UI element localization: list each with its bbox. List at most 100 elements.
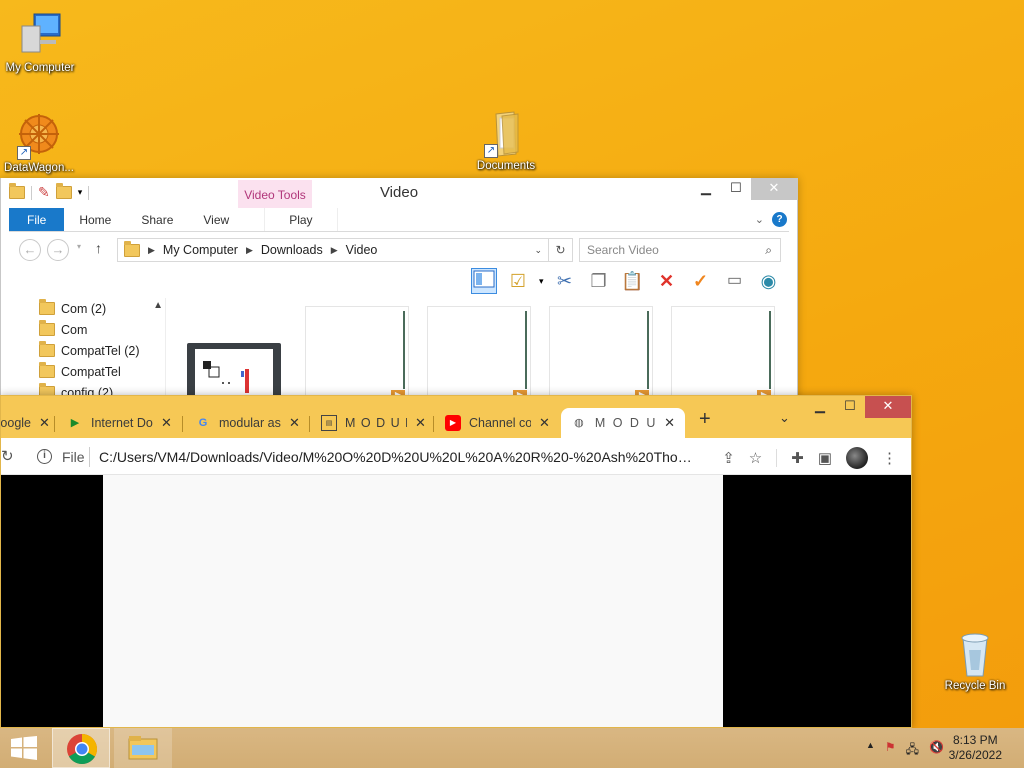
paste-icon[interactable]: 📋: [620, 268, 646, 294]
url-field[interactable]: C:/Users/VM4/Downloads/Video/M%20O%20D%2…: [99, 449, 695, 465]
maximize-button[interactable]: ☐: [721, 178, 751, 200]
taskbar-explorer-button[interactable]: [114, 728, 172, 768]
scheme-label[interactable]: File: [62, 449, 85, 465]
path-separator-icon: ▶: [330, 244, 338, 255]
tab-divider: [54, 416, 55, 432]
window-title: Video: [379, 184, 419, 201]
file-thumbnail[interactable]: ▶: [549, 306, 653, 402]
tree-item[interactable]: CompatTel (2): [9, 340, 165, 361]
recent-locations-icon[interactable]: ▾: [77, 242, 81, 251]
address-dropdown-icon[interactable]: ⌄: [534, 245, 542, 256]
breadcrumb-my-computer[interactable]: My Computer: [163, 243, 238, 257]
help-icon[interactable]: ?: [772, 212, 787, 227]
breadcrumb-video[interactable]: Video: [346, 243, 378, 257]
profile-avatar[interactable]: [846, 447, 868, 469]
reload-icon[interactable]: ↻: [1, 447, 14, 465]
browser-tab[interactable]: G modular ash ✕: [185, 408, 310, 438]
explorer-titlebar[interactable]: ✎ ▾ Video Tools Video ▁ ☐ ✕: [1, 178, 797, 208]
select-folder-icon[interactable]: ☑: [505, 268, 531, 294]
minimize-button[interactable]: ▁: [691, 178, 721, 200]
dropdown-icon[interactable]: ▾: [539, 276, 544, 287]
action-center-flag-icon[interactable]: ⚑: [885, 740, 896, 761]
browser-tab[interactable]: ▶ Channel content ✕: [435, 408, 560, 438]
tree-item[interactable]: Com: [9, 319, 165, 340]
desktop-icon-datawagon[interactable]: ↗ DataWagon...: [0, 112, 79, 174]
folder-icon: [39, 320, 55, 336]
tab-close-icon[interactable]: ✕: [289, 415, 300, 431]
up-button[interactable]: ↑: [95, 240, 102, 256]
clock[interactable]: 8:13 PM 3/26/2022: [949, 733, 1002, 763]
file-thumbnail[interactable]: ▶: [671, 306, 775, 402]
network-globe-icon[interactable]: ◉: [756, 268, 782, 294]
tab-title: Google: [0, 416, 31, 430]
network-icon[interactable]: 🖧: [906, 740, 919, 761]
info-icon[interactable]: i: [37, 449, 52, 464]
expand-ribbon-icon[interactable]: ⌄: [755, 213, 764, 226]
tab-home[interactable]: Home: [64, 208, 126, 231]
clock-date: 3/26/2022: [948, 748, 1002, 762]
tab-divider: [182, 416, 183, 432]
clock-time: 8:13 PM: [952, 733, 998, 747]
close-button[interactable]: ✕: [865, 396, 911, 418]
cut-icon[interactable]: ✂: [552, 268, 578, 294]
page-icon: ▤: [321, 415, 337, 431]
datawagon-icon: ↗: [15, 112, 63, 160]
toolbar-divider: [776, 449, 778, 467]
rename-check-icon[interactable]: ✓: [688, 268, 714, 294]
bookmark-star-icon[interactable]: ☆: [749, 449, 762, 467]
desktop-icon-recycle-bin[interactable]: Recycle Bin: [935, 630, 1015, 692]
tab-close-icon[interactable]: ✕: [664, 415, 675, 431]
explorer-window: ✎ ▾ Video Tools Video ▁ ☐ ✕ File Home Sh…: [0, 178, 798, 403]
copy-icon[interactable]: ❐: [586, 268, 612, 294]
preview-pane-icon[interactable]: [471, 268, 497, 294]
volume-muted-icon[interactable]: 🔇: [929, 740, 944, 761]
taskbar: ▲ ⚑ 🖧 🔇 8:13 PM 3/26/2022: [0, 728, 1024, 768]
extensions-puzzle-icon[interactable]: ✚: [791, 449, 804, 467]
scroll-up-icon[interactable]: ▲: [153, 300, 163, 311]
new-tab-button[interactable]: +: [699, 408, 711, 431]
tab-file[interactable]: File: [9, 208, 65, 231]
file-thumbnail[interactable]: ▶: [427, 306, 531, 402]
share-icon[interactable]: ⇪: [722, 449, 735, 467]
globe-icon: ◍: [574, 417, 584, 429]
address-bar[interactable]: ▶ My Computer ▶ Downloads ▶ Video ⌄: [117, 238, 549, 262]
forward-button[interactable]: →: [47, 239, 69, 261]
delete-icon[interactable]: ✕: [654, 268, 680, 294]
windows-start-icon[interactable]: [10, 736, 38, 760]
browser-tab[interactable]: Google ✕: [0, 408, 60, 438]
tab-search-icon[interactable]: ⌄: [779, 410, 790, 426]
refresh-button[interactable]: ↻: [549, 238, 573, 262]
tab-close-icon[interactable]: ✕: [539, 415, 550, 431]
desktop-icon-documents[interactable]: ↗ Documents: [466, 110, 546, 172]
tab-share[interactable]: Share: [126, 208, 188, 231]
system-tray: ▲ ⚑ 🖧 🔇: [866, 740, 944, 761]
desktop-icon-my-computer[interactable]: My Computer: [0, 12, 80, 74]
side-panel-icon[interactable]: ▣: [818, 449, 832, 467]
tab-close-icon[interactable]: ✕: [415, 415, 426, 431]
back-button[interactable]: ←: [19, 239, 41, 261]
search-placeholder: Search Video: [587, 243, 659, 257]
breadcrumb-downloads[interactable]: Downloads: [261, 243, 323, 257]
close-button[interactable]: ✕: [751, 178, 797, 200]
tab-close-icon[interactable]: ✕: [39, 415, 50, 431]
file-thumbnail[interactable]: ▶: [305, 306, 409, 402]
tab-view[interactable]: View: [188, 208, 244, 231]
tab-play[interactable]: Play: [264, 208, 338, 231]
browser-tab[interactable]: ▤ M O D U L A R ✕: [311, 408, 436, 438]
tree-item[interactable]: Com (2): [9, 298, 165, 319]
minimize-button[interactable]: ▁: [805, 396, 835, 418]
maximize-button[interactable]: ☐: [835, 396, 865, 418]
browser-tab-active[interactable]: ◍ M O D U L A R ✕: [561, 408, 685, 438]
tree-item[interactable]: CompatTel: [9, 361, 165, 382]
ribbon-tabs: File Home Share View Play: [9, 208, 789, 232]
search-input[interactable]: Search Video ⌕: [579, 238, 781, 262]
thumb-edge: [403, 311, 405, 399]
page-content-area[interactable]: [103, 475, 723, 727]
menu-kebab-icon[interactable]: ⋮: [882, 449, 897, 467]
taskbar-chrome-button[interactable]: [52, 728, 110, 768]
folder-icon: [39, 299, 55, 315]
tab-close-icon[interactable]: ✕: [161, 415, 172, 431]
properties-pane-icon[interactable]: ▭: [722, 268, 748, 294]
browser-tab[interactable]: ▶ Internet Download Manager ✕: [57, 408, 182, 438]
show-hidden-icons[interactable]: ▲: [866, 740, 875, 761]
